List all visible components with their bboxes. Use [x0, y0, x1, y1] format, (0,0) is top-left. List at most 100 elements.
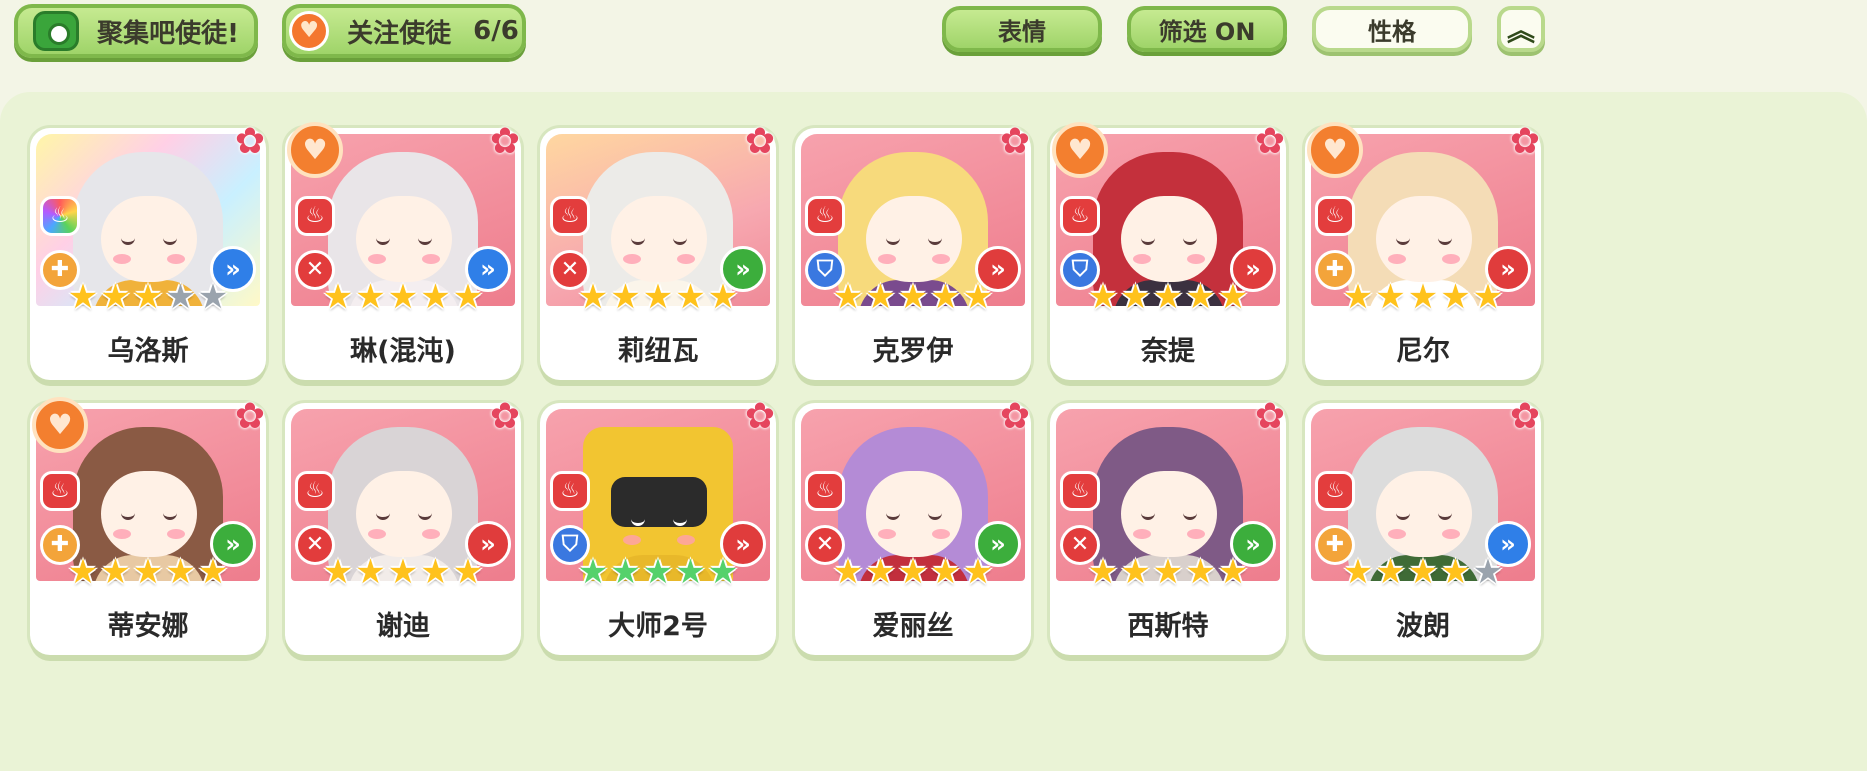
star-rating: ★ ★ ★ ★ ★ — [30, 555, 266, 589]
follow-button[interactable]: ♥ 关注使徒 6/6 — [282, 4, 526, 58]
star-icon: ★ — [832, 552, 864, 592]
star-icon: ★ — [865, 277, 896, 317]
star-icon: ★ — [420, 277, 451, 317]
top-bar: 聚集吧使徒! ♥ 关注使徒 6/6 表情 筛选 ON 性格 ︽ — [0, 0, 1867, 80]
fire-element-icon: ♨ — [295, 196, 335, 236]
apostle-card[interactable]: ✿ ♨ ✕ » ★ ★ ★ ★ ★ 西斯特 — [1050, 399, 1286, 655]
star-icon: ★ — [577, 552, 609, 592]
apostle-card[interactable]: ✿ ♥ ♨ ✚ » ★ ★ ★ ★ ★ 尼尔 — [1305, 122, 1541, 380]
flower-icon: ✿ — [234, 396, 266, 437]
star-icon: ★ — [197, 277, 229, 317]
star-icon: ★ — [1120, 552, 1151, 592]
double-chevron-up-icon: ︽ — [1506, 14, 1535, 47]
apostle-card[interactable]: ✿ ♨ ✚ » ★ ★ ★ ★ ★ 波朗 — [1305, 399, 1541, 655]
star-icon: ★ — [707, 277, 739, 317]
flower-icon: ✿ — [744, 121, 776, 162]
star-icon: ★ — [577, 277, 609, 317]
star-icon: ★ — [1440, 552, 1471, 592]
star-icon: ★ — [1472, 277, 1504, 317]
flower-icon: ✿ — [1254, 121, 1286, 162]
apostle-card[interactable]: ✿ ♥ ♨ ✚ » ★ ★ ★ ★ ★ 蒂安娜 — [30, 397, 266, 655]
favorite-heart-icon[interactable]: ♥ — [32, 397, 88, 453]
emote-label: 表情 — [998, 17, 1046, 46]
apostle-card[interactable]: ✿ ♥ ♨ ⛉ » ★ ★ ★ ★ ★ 奈提 — [1050, 122, 1286, 380]
favorite-heart-icon[interactable]: ♥ — [1307, 122, 1363, 178]
apostle-card[interactable]: ✿ ♨ ✕ » ★ ★ ★ ★ ★ 爱丽丝 — [795, 399, 1031, 655]
emote-button[interactable]: 表情 — [942, 6, 1102, 52]
star-icon: ★ — [1185, 552, 1216, 592]
star-icon: ★ — [642, 277, 674, 317]
apostle-card[interactable]: ✿ ♥ ♨ ✕ » ★ ★ ★ ★ ★ 琳(混沌) — [285, 122, 521, 380]
apostle-card[interactable]: ✿ ♨ ⛉ » ★ ★ ★ ★ ★ 大师2号 — [540, 399, 776, 655]
personality-label: 性格 — [1368, 17, 1416, 46]
star-rating: ★ ★ ★ ★ ★ — [1050, 280, 1286, 314]
apostle-name: 尼尔 — [1396, 335, 1450, 367]
flower-icon: ✿ — [999, 121, 1031, 162]
star-icon: ★ — [67, 277, 99, 317]
fire-element-icon: ♨ — [550, 196, 590, 236]
star-icon: ★ — [1472, 552, 1504, 592]
star-rating: ★ ★ ★ ★ ★ — [795, 280, 1031, 314]
star-icon: ★ — [865, 552, 896, 592]
star-rating: ★ ★ ★ ★ ★ — [1305, 555, 1541, 589]
star-rating: ★ ★ ★ ★ ★ — [30, 280, 266, 314]
star-rating: ★ ★ ★ ★ ★ — [1305, 280, 1541, 314]
fire-element-icon: ♨ — [1060, 196, 1100, 236]
filter-button[interactable]: 筛选 ON — [1127, 6, 1287, 52]
star-icon: ★ — [962, 552, 994, 592]
whistle-icon — [33, 11, 80, 51]
star-icon: ★ — [1152, 552, 1184, 592]
star-icon: ★ — [355, 277, 386, 317]
fire-element-icon: ♨ — [550, 471, 590, 511]
favorite-heart-icon[interactable]: ♥ — [287, 122, 343, 178]
star-icon: ★ — [100, 552, 131, 592]
star-icon: ★ — [642, 552, 674, 592]
flower-icon: ✿ — [1254, 396, 1286, 437]
fire-element-icon: ♨ — [40, 471, 80, 511]
fire-element-icon: ♨ — [1315, 196, 1355, 236]
apostle-list-panel: ✿ ♨ ✚ » ★ ★ ★ ★ ★ 乌洛斯 ✿ ♥ ♨ ✕ » ★ ★ ★ ★ ★ 琳(混沌) — [0, 92, 1867, 771]
star-icon: ★ — [1120, 277, 1151, 317]
flower-icon: ✿ — [489, 121, 521, 162]
star-icon: ★ — [675, 552, 706, 592]
flower-icon: ✿ — [1509, 396, 1541, 437]
heart-icon: ♥ — [289, 11, 330, 51]
apostle-name: 蒂安娜 — [107, 610, 189, 642]
gather-button[interactable]: 聚集吧使徒! — [14, 4, 258, 58]
collapse-button[interactable]: ︽ — [1497, 6, 1545, 52]
fire-element-icon: ♨ — [1315, 471, 1355, 511]
star-icon: ★ — [1087, 277, 1119, 317]
apostle-name: 爱丽丝 — [872, 610, 954, 642]
star-rating: ★ ★ ★ ★ ★ — [1050, 555, 1286, 589]
star-icon: ★ — [322, 552, 354, 592]
follow-count: 6/6 — [473, 16, 519, 46]
star-icon: ★ — [100, 277, 131, 317]
personality-button[interactable]: 性格 — [1312, 6, 1472, 52]
apostle-card[interactable]: ✿ ♨ ✕ » ★ ★ ★ ★ ★ 谢迪 — [285, 399, 521, 655]
star-icon: ★ — [707, 552, 739, 592]
star-icon: ★ — [420, 552, 451, 592]
apostle-name: 乌洛斯 — [107, 335, 189, 367]
apostle-card[interactable]: ✿ ♨ ✕ » ★ ★ ★ ★ ★ 莉纽瓦 — [540, 124, 776, 380]
star-icon: ★ — [962, 277, 994, 317]
star-icon: ★ — [355, 552, 386, 592]
gather-label: 聚集吧使徒! — [97, 18, 239, 49]
apostle-name: 波朗 — [1396, 610, 1450, 642]
apostle-name: 西斯特 — [1127, 610, 1209, 642]
star-icon: ★ — [897, 552, 929, 592]
fire-element-icon: ♨ — [1060, 471, 1100, 511]
star-icon: ★ — [452, 277, 484, 317]
apostle-card[interactable]: ✿ ♨ ✚ » ★ ★ ★ ★ ★ 乌洛斯 — [30, 124, 266, 380]
star-icon: ★ — [132, 277, 164, 317]
flower-icon: ✿ — [1509, 121, 1541, 162]
filter-label: 筛选 ON — [1158, 17, 1256, 46]
star-icon: ★ — [1185, 277, 1216, 317]
star-rating: ★ ★ ★ ★ ★ — [540, 555, 776, 589]
favorite-heart-icon[interactable]: ♥ — [1052, 122, 1108, 178]
star-icon: ★ — [1217, 277, 1249, 317]
star-icon: ★ — [1375, 552, 1406, 592]
star-icon: ★ — [1375, 277, 1406, 317]
star-icon: ★ — [930, 552, 961, 592]
star-icon: ★ — [165, 552, 196, 592]
apostle-card[interactable]: ✿ ♨ ⛉ » ★ ★ ★ ★ ★ 克罗伊 — [795, 124, 1031, 380]
